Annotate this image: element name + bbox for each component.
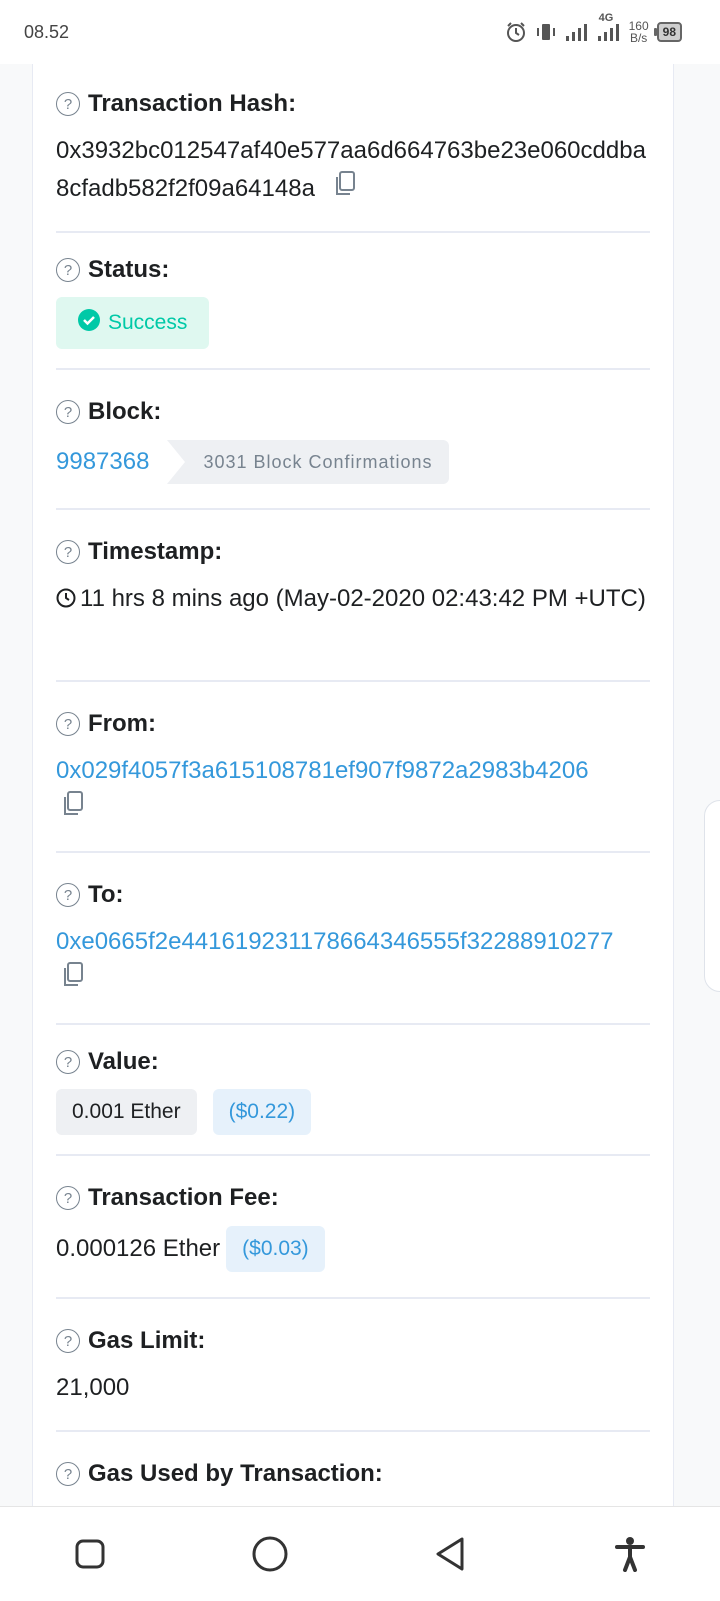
vibrate-icon: [535, 21, 557, 43]
alarm-icon: [505, 21, 527, 43]
tx-hash-section: ? Transaction Hash: 0x3932bc012547af40e5…: [56, 64, 650, 233]
timestamp-section: ? Timestamp: 11 hrs 8 mins ago (May-02-2…: [56, 510, 650, 682]
status-text: Success: [108, 311, 188, 334]
timestamp-label-row: ? Timestamp:: [56, 538, 222, 566]
question-circle-icon[interactable]: ?: [56, 92, 80, 116]
side-panel-handle[interactable]: [704, 800, 720, 992]
gas-used-section: ? Gas Used by Transaction:: [56, 1432, 650, 1506]
copy-icon[interactable]: [334, 170, 356, 209]
block-label-row: ? Block:: [56, 398, 161, 426]
question-circle-icon[interactable]: ?: [56, 400, 80, 424]
network-label: 4G: [598, 12, 614, 24]
copy-icon[interactable]: [62, 790, 84, 829]
gas-limit-value: 21,000: [56, 1374, 130, 1401]
timestamp-label: Timestamp:: [88, 538, 223, 565]
status-badge: Success: [56, 297, 210, 349]
question-circle-icon[interactable]: ?: [56, 540, 80, 564]
network-speed: 160 B/s: [629, 20, 649, 44]
block-section: ? Block: 9987368 3031 Block Confirmation…: [56, 370, 650, 510]
to-label: To:: [88, 881, 124, 908]
recent-apps-button[interactable]: [60, 1524, 120, 1584]
gas-used-label-row: ? Gas Used by Transaction:: [56, 1460, 383, 1488]
block-number-link[interactable]: 9987368: [56, 443, 149, 481]
to-section: ? To: 0xe0665f2e441619231178664346555f32…: [56, 853, 650, 1025]
tx-hash-label: Transaction Hash:: [88, 90, 297, 117]
system-navigation-bar: [0, 1506, 720, 1601]
from-address-link[interactable]: 0x029f4057f3a615108781ef907f9872a2983b42…: [56, 752, 652, 790]
from-section: ? From: 0x029f4057f3a615108781ef907f9872…: [56, 682, 650, 853]
gas-limit-label-row: ? Gas Limit:: [56, 1327, 205, 1355]
gas-limit-label: Gas Limit:: [88, 1327, 206, 1354]
status-label-row: ? Status:: [56, 256, 169, 284]
fee-section: ? Transaction Fee: 0.000126 Ether ($0.03…: [56, 1156, 650, 1299]
question-circle-icon[interactable]: ?: [56, 258, 80, 282]
question-circle-icon[interactable]: ?: [56, 1329, 80, 1353]
value-label-row: ? Value:: [56, 1048, 159, 1076]
to-label-row: ? To:: [56, 881, 124, 909]
signal-4g-icon: 4G: [597, 12, 621, 42]
timestamp-value: 11 hrs 8 mins ago (May-02-2020 02:43:42 …: [80, 585, 646, 612]
status-icons: 4G 160 B/s 98: [505, 12, 682, 44]
battery-icon: 98: [653, 22, 682, 42]
speed-unit: B/s: [629, 31, 648, 45]
to-value-wrap: 0xe0665f2e441619231178664346555f32288910…: [56, 923, 652, 1000]
transaction-details-card: ? Transaction Hash: 0x3932bc012547af40e5…: [32, 64, 674, 1506]
block-value-row: 9987368 3031 Block Confirmations: [56, 440, 449, 484]
question-circle-icon[interactable]: ?: [56, 712, 80, 736]
from-label-row: ? From:: [56, 710, 156, 738]
status-section: ? Status: Success: [56, 233, 650, 370]
fee-label: Transaction Fee:: [88, 1184, 279, 1211]
value-section: ? Value: 0.001 Ether ($0.22): [56, 1025, 650, 1156]
question-circle-icon[interactable]: ?: [56, 1050, 80, 1074]
clock-icon: [56, 582, 76, 620]
block-label: Block:: [88, 398, 162, 425]
accessibility-icon[interactable]: [600, 1524, 660, 1584]
home-button[interactable]: [240, 1524, 300, 1584]
block-confirmations-badge: 3031 Block Confirmations: [167, 440, 449, 484]
signal-icon: [565, 22, 589, 42]
timestamp-value-wrap: 11 hrs 8 mins ago (May-02-2020 02:43:42 …: [56, 580, 652, 620]
status-bar: 08.52 4G 160 B/s 98: [0, 0, 720, 64]
status-badge-wrap: Success: [56, 297, 210, 349]
status-label: Status:: [88, 256, 170, 283]
copy-icon[interactable]: [62, 961, 84, 1000]
value-label: Value:: [88, 1048, 159, 1075]
battery-level: 98: [662, 25, 676, 39]
value-usd-chip: ($0.22): [212, 1089, 312, 1135]
fee-row: 0.000126 Ether ($0.03): [56, 1226, 325, 1272]
fee-label-row: ? Transaction Fee:: [56, 1184, 279, 1212]
fee-ether-value: 0.000126 Ether: [56, 1235, 221, 1262]
value-row: 0.001 Ether ($0.22): [56, 1089, 312, 1135]
to-address-link[interactable]: 0xe0665f2e441619231178664346555f32288910…: [56, 923, 652, 961]
gas-limit-section: ? Gas Limit: 21,000: [56, 1299, 650, 1432]
back-button[interactable]: [420, 1524, 480, 1584]
from-label: From:: [88, 710, 156, 737]
question-circle-icon[interactable]: ?: [56, 1462, 80, 1486]
question-circle-icon[interactable]: ?: [56, 883, 80, 907]
check-circle-icon: [78, 309, 100, 337]
tx-hash-label-row: ? Transaction Hash:: [56, 90, 296, 118]
from-value-wrap: 0x029f4057f3a615108781ef907f9872a2983b42…: [56, 752, 652, 829]
fee-usd-chip: ($0.03): [226, 1226, 325, 1272]
tx-hash-value-wrap: 0x3932bc012547af40e577aa6d664763be23e060…: [56, 132, 652, 209]
gas-used-label: Gas Used by Transaction:: [88, 1460, 383, 1487]
value-ether-chip: 0.001 Ether: [56, 1089, 197, 1135]
question-circle-icon[interactable]: ?: [56, 1186, 80, 1210]
status-time: 08.52: [24, 21, 70, 42]
